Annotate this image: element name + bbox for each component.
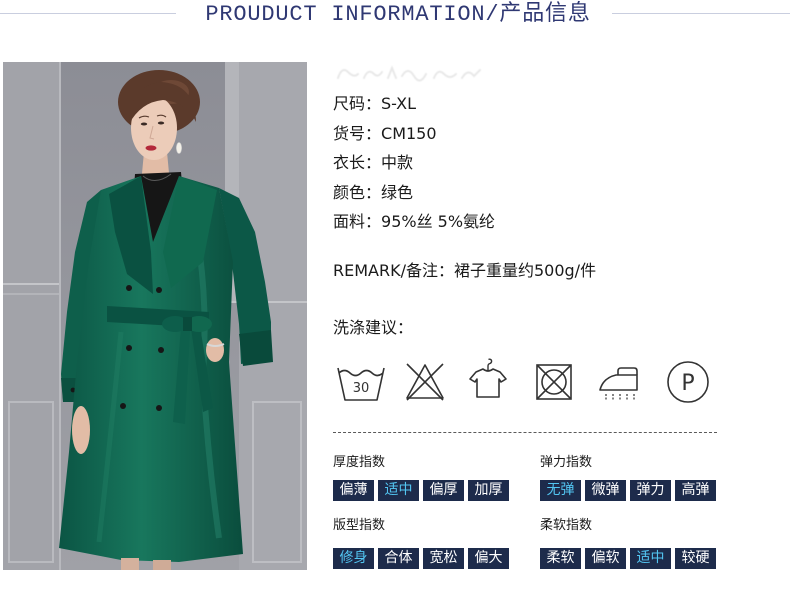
fabric-value: 95%丝 5%氨纶 [381,212,496,231]
softness-index-title: 柔软指数 [540,518,593,533]
fit-index-title: 版型指数 [333,518,386,533]
item-number-label: 货号： [333,123,382,143]
fit-option-slim: 修身 [333,548,374,569]
wash-temperature: 30 [353,381,370,396]
page-title: PROUDUCT INFORMATION/产品信息 [205,2,591,27]
dry-clean-p-icon: P [666,360,710,404]
wash-30-icon: 30 [336,360,386,404]
spec-length: 衣长：中款 [333,148,495,178]
thickness-option-thin: 偏薄 [333,480,374,501]
color-label: 颜色： [333,182,382,202]
softness-index-options: 柔软 偏软 适中 较硬 [540,548,716,569]
fit-option-loose: 宽松 [423,548,464,569]
length-value: 中款 [381,153,414,172]
spec-color: 颜色：绿色 [333,178,495,208]
softness-option-stiff: 较硬 [675,548,716,569]
softness-option-medium: 适中 [630,548,671,569]
thickness-index-title: 厚度指数 [333,455,386,470]
remark: REMARK/备注：裙子重量约500g/件 [333,261,596,281]
elasticity-option-high: 高弹 [675,480,716,501]
thickness-index-options: 偏薄 适中 偏厚 加厚 [333,480,509,501]
elasticity-option-none: 无弹 [540,480,581,501]
spec-size: 尺码：S-XL [333,89,495,119]
watermark-script [334,62,486,84]
spec-list: 尺码：S-XL 货号：CM150 衣长：中款 颜色：绿色 面料：95%丝 5%氨… [333,89,495,237]
elasticity-option-slight: 微弹 [585,480,626,501]
softness-option-soft: 柔软 [540,548,581,569]
fit-index-options: 修身 合体 宽松 偏大 [333,548,509,569]
thickness-option-thick: 偏厚 [423,480,464,501]
hang-dry-icon [468,358,508,400]
iron-icon [598,361,640,403]
header-divider-right [612,13,790,14]
fit-option-regular: 合体 [378,548,419,569]
item-number-value: CM150 [381,123,437,143]
thickness-option-extra-thick: 加厚 [468,480,509,501]
elasticity-option-stretch: 弹力 [630,480,671,501]
elasticity-index-title: 弹力指数 [540,455,593,470]
remark-value: 裙子重量约500g/件 [453,261,597,280]
no-tumble-dry-icon [534,362,574,402]
header-divider-left [0,13,176,14]
no-bleach-icon [404,361,446,403]
size-value: S-XL [381,94,417,113]
spec-item-number: 货号：CM150 [333,119,495,149]
remark-label: REMARK/备注： [333,261,454,280]
spec-fabric: 面料：95%丝 5%氨纶 [333,207,495,237]
size-label: 尺码： [333,94,382,113]
elasticity-index-options: 无弹 微弹 弹力 高弹 [540,480,716,501]
dashed-divider [333,432,717,433]
fit-option-oversized: 偏大 [468,548,509,569]
dry-clean-letter: P [681,371,694,396]
fabric-label: 面料： [333,212,382,231]
care-title: 洗涤建议： [333,318,414,337]
thickness-option-medium: 适中 [378,480,419,501]
model-earring [176,142,182,154]
color-value: 绿色 [381,182,414,202]
softness-option-softish: 偏软 [585,548,626,569]
length-label: 衣长： [333,153,382,172]
product-photo [3,62,307,570]
